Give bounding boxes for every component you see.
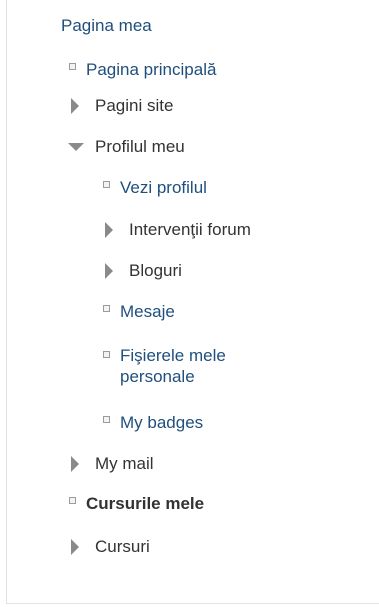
leaf-square-icon: [69, 63, 76, 70]
nav-item-home-label: Pagina principală: [86, 60, 217, 80]
nav-item-my-courses[interactable]: Cursurile mele: [69, 492, 204, 516]
nav-item-forum-posts[interactable]: Intervenţii forum: [103, 218, 251, 242]
leaf-square-icon: [103, 416, 110, 423]
nav-item-messages-label: Mesaje: [120, 302, 175, 322]
nav-item-messages[interactable]: Mesaje: [103, 300, 175, 324]
nav-item-home[interactable]: Pagina principală: [69, 58, 216, 82]
nav-item-private-files[interactable]: Fişierele mele personale: [103, 345, 313, 388]
leaf-square-icon: [103, 305, 110, 312]
nav-item-courses[interactable]: Cursuri: [69, 535, 150, 559]
nav-item-blogs-label: Bloguri: [129, 261, 182, 281]
nav-item-view-profile[interactable]: Vezi profilul: [103, 176, 207, 200]
chevron-right-icon[interactable]: [105, 263, 113, 279]
nav-item-my-profile[interactable]: Profilul meu: [68, 135, 185, 159]
nav-item-private-files-label: Fişierele mele personale: [120, 346, 226, 387]
nav-item-my-badges[interactable]: My badges: [103, 411, 203, 435]
nav-item-my-profile-label: Profilul meu: [95, 137, 185, 157]
nav-item-blogs[interactable]: Bloguri: [103, 259, 182, 283]
nav-item-site-pages-label: Pagini site: [95, 96, 174, 116]
nav-item-my-badges-label: My badges: [120, 413, 204, 433]
nav-item-my-courses-label: Cursurile mele: [86, 494, 205, 514]
chevron-right-icon[interactable]: [71, 98, 79, 114]
chevron-right-icon[interactable]: [105, 222, 113, 238]
nav-item-site-pages[interactable]: Pagini site: [69, 94, 173, 118]
nav-root-pagina-mea[interactable]: Pagina mea: [61, 16, 152, 36]
nav-item-courses-label: Cursuri: [95, 537, 150, 557]
leaf-square-icon: [69, 497, 76, 504]
nav-item-view-profile-label: Vezi profilul: [120, 178, 207, 198]
leaf-square-icon: [103, 351, 110, 358]
nav-item-my-mail[interactable]: My mail: [69, 452, 154, 476]
chevron-right-icon[interactable]: [71, 456, 79, 472]
leaf-square-icon: [103, 181, 110, 188]
chevron-right-icon[interactable]: [71, 539, 79, 555]
nav-item-forum-posts-label: Intervenţii forum: [129, 220, 251, 240]
nav-item-my-mail-label: My mail: [95, 454, 154, 474]
navigation-panel: Pagina mea Pagina principală Pagini site…: [6, 0, 379, 604]
chevron-down-icon[interactable]: [68, 143, 84, 151]
